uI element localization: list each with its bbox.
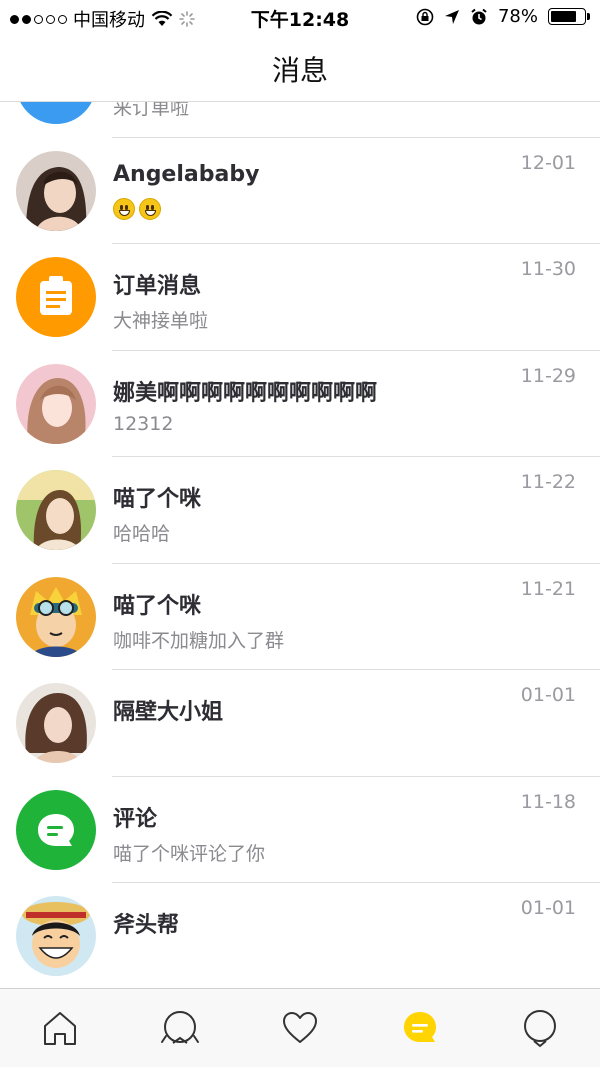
tab-discover[interactable] — [150, 998, 210, 1058]
message-preview — [113, 198, 165, 220]
tab-favorites[interactable] — [270, 998, 330, 1058]
comment-icon — [38, 813, 74, 846]
alarm-clock-icon — [471, 8, 487, 24]
list-item[interactable]: 来订单啦 — [0, 102, 600, 138]
battery-percent: 78% — [497, 6, 538, 27]
tab-bar — [0, 988, 600, 1067]
contact-name: 评论 — [113, 806, 158, 832]
status-right: 78% — [416, 6, 590, 27]
cartoon-avatar-icon — [16, 896, 96, 976]
message-preview: 咖啡不加糖加入了群 — [113, 629, 285, 652]
avatar — [16, 683, 96, 763]
status-bar: 中国移动 下午12:48 78% — [0, 0, 600, 34]
message-preview: 哈哈哈 — [113, 523, 171, 545]
list-item[interactable]: 评论 喵了个咪评论了你 11-18 — [0, 777, 600, 883]
heart-icon — [283, 1012, 317, 1043]
message-list[interactable]: 来订单啦 Angelababy 12-01 订单消息 大神接单啦 11-30 娜… — [0, 102, 600, 988]
woman-photo-icon — [16, 470, 96, 550]
contact-name: 喵了个咪 — [113, 593, 202, 619]
location-arrow-icon — [444, 9, 459, 24]
list-item[interactable]: 喵了个咪 咖啡不加糖加入了群 11-21 — [0, 564, 600, 670]
avatar — [16, 576, 96, 657]
list-item[interactable]: 娜美啊啊啊啊啊啊啊啊啊啊 12312 11-29 — [0, 351, 600, 457]
avatar — [16, 470, 96, 550]
message-date: 11-22 — [520, 471, 576, 493]
list-item[interactable]: Angelababy 12-01 — [0, 138, 600, 244]
avatar — [16, 102, 96, 124]
message-preview: 喵了个咪评论了你 — [113, 842, 266, 865]
contact-name: 订单消息 — [113, 274, 202, 299]
list-item[interactable]: 喵了个咪 哈哈哈 11-22 — [0, 457, 600, 564]
contact-name: 喵了个咪 — [113, 487, 202, 512]
avatar — [16, 363, 96, 444]
message-date: 01-01 — [520, 897, 576, 919]
message-preview: 12312 — [113, 412, 174, 435]
discover-icon — [161, 1011, 199, 1044]
message-date: 11-18 — [520, 790, 576, 813]
woman-photo-icon — [16, 363, 96, 444]
message-date: 11-30 — [520, 258, 576, 280]
contact-name: 斧头帮 — [113, 913, 180, 938]
message-date: 11-21 — [520, 577, 576, 600]
avatar — [16, 789, 96, 870]
avatar — [16, 896, 96, 976]
woman-photo-icon — [16, 150, 96, 231]
list-item[interactable]: 隔壁大小姐 01-01 — [0, 670, 600, 777]
tab-messages[interactable] — [390, 998, 450, 1058]
battery-icon — [548, 8, 590, 25]
clipboard-icon — [40, 276, 72, 315]
avatar — [16, 257, 96, 337]
tab-home[interactable] — [30, 998, 90, 1058]
home-icon — [44, 1012, 76, 1045]
avatar — [16, 150, 96, 231]
cartoon-avatar-icon — [16, 576, 96, 657]
profile-icon — [524, 1010, 556, 1048]
tab-profile[interactable] — [510, 998, 570, 1058]
smile-emoji-icon — [139, 198, 161, 220]
contact-name: 娜美啊啊啊啊啊啊啊啊啊啊 — [113, 380, 378, 406]
message-date: 01-01 — [520, 684, 576, 706]
page-title: 消息 — [271, 54, 328, 87]
message-icon — [404, 1012, 436, 1042]
list-item[interactable]: 订单消息 大神接单啦 11-30 — [0, 244, 600, 351]
woman-photo-icon — [16, 683, 96, 763]
rotation-lock-icon — [416, 8, 434, 25]
smile-emoji-icon — [113, 198, 135, 220]
message-preview: 大神接单啦 — [113, 310, 209, 332]
message-date: 12-01 — [520, 151, 576, 174]
message-preview: 来订单啦 — [113, 102, 190, 119]
navigation-bar: 消息 — [0, 34, 600, 102]
list-item[interactable]: 斧头帮 01-01 — [0, 883, 600, 988]
message-date: 11-29 — [520, 364, 576, 387]
contact-name: Angelababy — [113, 161, 260, 187]
contact-name: 隔壁大小姐 — [113, 700, 224, 725]
